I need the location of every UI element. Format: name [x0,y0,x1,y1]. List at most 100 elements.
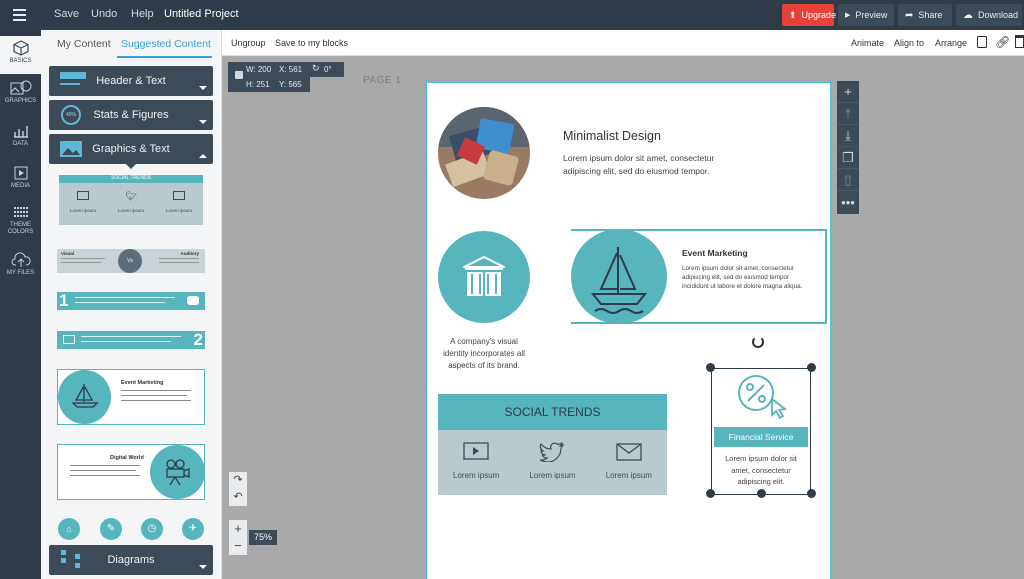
rail-item-media[interactable]: MEDIA [0,165,41,190]
menu-save[interactable]: Save [54,8,79,20]
upgrade-button[interactable]: ⬆ Upgrade [782,4,836,26]
visual-caption[interactable]: A company's visual identity incorporates… [438,336,530,372]
design-page[interactable]: Minimalist Design Lorem ipsum dolor sit … [425,81,832,579]
media-icon [14,166,27,180]
width-readout[interactable]: W: 200 [246,65,271,74]
lock-icon[interactable] [235,71,243,79]
bank-circle[interactable] [438,231,530,323]
arrange-button[interactable]: Arrange [935,38,967,48]
link-icon[interactable]: 🔗︎ [995,35,1010,49]
cloud-download-icon: ☁ [963,9,973,21]
content-panel: My Content Suggested Content Header & Te… [41,30,222,579]
thumb-social-trends[interactable]: SOCIAL TRENDS Lorem ipsum 🐦︎ Lorem ipsum … [59,175,203,225]
chevron-up-icon [199,154,207,158]
redo-button[interactable]: ↷ [229,472,247,489]
pencil-icon-thumb[interactable]: ✎ [100,518,122,540]
percent-cursor-icon [738,375,788,420]
thumb-event-marketing[interactable]: Event Marketing [57,369,205,425]
chevron-down-icon [199,86,207,90]
play-icon: ▶ [845,12,851,19]
financial-body: Lorem ipsum dolor sit amet, consectetur … [725,454,797,486]
thumb-visual-auditory[interactable]: Visual Vs Auditory [57,249,205,273]
accordion-stats-figures[interactable]: 40% Stats & Figures [49,100,213,130]
y-readout[interactable]: Y: 565 [279,80,302,89]
dimensions-box: W: 200 X: 561 ↻ 0° H: 251 Y: 565 [228,62,344,92]
bank-icon [463,256,505,296]
thumb-numbered-1[interactable]: 1 [57,291,205,310]
trash-icon[interactable] [1015,35,1024,48]
tab-suggested-content[interactable]: Suggested Content [121,38,211,50]
left-icon-rail: BASICS GRAPHICS DATA MEDIA THEME COLORS … [0,30,41,579]
financial-icon-box [714,371,808,425]
clock-icon-thumb[interactable]: ◷ [141,518,163,540]
rail-item-my-files[interactable]: MY FILES [0,252,41,277]
accordion-diagrams[interactable]: Diagrams [49,545,213,575]
thumb-social-title: SOCIAL TRENDS [59,175,203,183]
accordion-pointer [126,164,136,169]
plane-icon-thumb[interactable]: ✈ [182,518,204,540]
thumb-digital-world[interactable]: Digital World [57,444,205,500]
menu-help[interactable]: Help [131,8,154,20]
event-body[interactable]: Lorem ipsum dolor sit amet, consectetur … [682,264,812,291]
twitter-icon [540,442,565,463]
zoom-level: 75% [249,530,277,545]
desk-photo[interactable] [438,107,530,199]
rotation-readout[interactable]: 0° [324,65,332,74]
save-to-blocks-button[interactable]: Save to my blocks [275,38,348,48]
rail-item-graphics[interactable]: GRAPHICS [0,80,41,105]
thumb-numbered-2[interactable]: 2 [57,330,205,349]
zoom-in-button[interactable]: + [229,520,247,538]
project-title[interactable]: Untitled Project [164,8,239,20]
social-trends-block[interactable]: SOCIAL TRENDS Lorem ipsum Lorem ipsum Lo… [438,394,667,495]
more-options-icon[interactable]: ••• [837,191,859,213]
mail-icon [172,191,185,200]
height-readout[interactable]: H: 251 [246,80,270,89]
download-button[interactable]: ☁ Download [956,4,1022,26]
hamburger-menu-icon[interactable] [13,9,26,21]
rotate-handle-icon[interactable] [752,336,764,348]
selection-handle-bl[interactable] [706,489,715,498]
selection-handle-tr[interactable] [807,363,816,372]
minimal-body[interactable]: Lorem ipsum dolor sit amet, consectetur … [563,152,743,178]
financial-title: Financial Service [714,427,808,447]
duplicate-page-icon[interactable]: ❐ [837,147,859,169]
undo-button[interactable]: ↶ [229,489,247,506]
move-down-icon[interactable]: ⤓ [837,125,859,147]
minimal-title[interactable]: Minimalist Design [563,129,661,143]
video-camera-icon [166,459,190,486]
accordion-graphics-text[interactable]: Graphics & Text [49,134,213,164]
share-icon: ➦ [905,9,914,21]
selection-handle-br[interactable] [807,489,816,498]
share-button[interactable]: ➦ Share [898,4,952,26]
move-up-icon[interactable]: ⤒ [837,103,859,125]
rail-item-basics[interactable]: BASICS [0,36,41,74]
preview-button[interactable]: ▶ Preview [838,4,894,26]
animate-button[interactable]: Animate [851,38,884,48]
chevron-down-icon [199,565,207,569]
tab-underline [117,56,212,58]
bank-icon-thumb[interactable]: ⌂ [58,518,80,540]
chevron-down-icon [199,120,207,124]
rail-item-data[interactable]: DATA [0,123,41,148]
align-to-button[interactable]: Align to [894,38,924,48]
selection-handle-bm[interactable] [757,489,766,498]
video-icon [76,191,89,200]
copy-icon[interactable] [977,36,987,48]
event-title[interactable]: Event Marketing [682,248,748,258]
selection-handle-tl[interactable] [706,363,715,372]
rail-item-theme-colors[interactable]: THEME COLORS [0,206,41,236]
accordion-header-text[interactable]: Header & Text [49,66,213,96]
add-page-icon[interactable]: + [837,81,859,103]
secondary-toolbar: Ungroup Save to my blocks Animate Align … [222,30,1024,56]
delete-page-icon[interactable]: ▯ [837,169,859,191]
page-label: PAGE 1 [363,75,402,86]
graphics-icon [10,80,31,95]
financial-block[interactable]: Financial Service Lorem ipsum dolor sit … [711,368,811,495]
tab-my-content[interactable]: My Content [57,38,111,50]
zoom-out-button[interactable]: − [229,538,247,555]
menu-undo[interactable]: Undo [91,8,117,20]
upgrade-arrow-icon: ⬆ [789,9,797,20]
icon-row: ⌂ ✎ ◷ ✈ [57,518,207,542]
x-readout[interactable]: X: 561 [279,65,302,74]
ungroup-button[interactable]: Ungroup [231,38,266,48]
